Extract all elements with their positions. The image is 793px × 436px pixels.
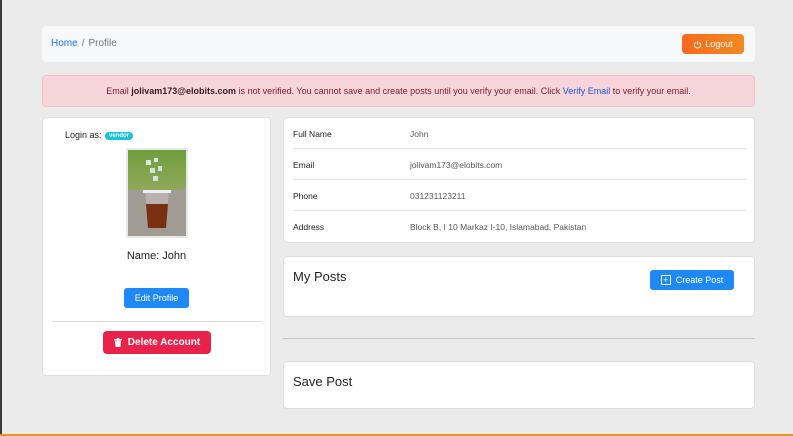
top-bar: Home / Profile Logout: [42, 26, 755, 62]
detail-value: jolivam173@elobits.com: [410, 160, 503, 170]
detail-value: Block B, I 10 Markaz I-10, Islamabad, Pa…: [410, 222, 587, 232]
detail-label: Full Name: [293, 129, 332, 139]
avatar-photo: [128, 150, 186, 236]
divider: [52, 321, 262, 322]
login-as-line: Login as: vendor: [65, 130, 134, 140]
breadcrumb: Home / Profile: [51, 38, 117, 49]
create-post-label: Create Post: [675, 275, 724, 285]
breadcrumb-separator: /: [81, 38, 85, 49]
detail-label: Email: [293, 160, 315, 170]
section-divider: [283, 338, 755, 339]
detail-row-full-name: Full Name John: [293, 118, 746, 149]
detail-row-address: Address Block B, I 10 Markaz I-10, Islam…: [293, 211, 746, 242]
edit-profile-button[interactable]: Edit Profile: [124, 288, 189, 308]
verify-email-link[interactable]: Verify Email: [563, 86, 611, 96]
logout-button[interactable]: Logout: [682, 34, 744, 54]
create-post-button[interactable]: + Create Post: [650, 270, 734, 290]
profile-card: Login as: vendor Name: John Edit Profile…: [42, 117, 271, 376]
my-posts-card: My Posts + Create Post: [283, 256, 755, 317]
email-verification-alert: Email jolivam173@elobits.com is not veri…: [42, 75, 755, 107]
save-post-title: Save Post: [293, 374, 353, 389]
alert-suffix: to verify your email.: [612, 86, 691, 96]
detail-label: Address: [293, 222, 325, 232]
power-icon: [694, 40, 702, 48]
role-badge: vendor: [105, 132, 134, 140]
detail-value: John: [410, 129, 429, 139]
avatar: [126, 148, 188, 238]
window-edge: [0, 0, 2, 436]
my-posts-title: My Posts: [293, 269, 347, 284]
breadcrumb-home-link[interactable]: Home: [51, 38, 78, 49]
alert-email: jolivam173@elobits.com: [131, 86, 237, 96]
delete-account-label: Delete Account: [127, 337, 201, 348]
alert-prefix: Email: [106, 86, 129, 96]
detail-value: 031231123211: [410, 191, 466, 201]
profile-details-card: Full Name John Email jolivam173@elobits.…: [283, 117, 755, 243]
trash-icon: [113, 338, 122, 347]
alert-message: is not verified. You cannot save and cre…: [238, 86, 561, 96]
breadcrumb-current: Profile: [88, 38, 117, 49]
login-as-label: Login as:: [65, 130, 102, 140]
detail-row-phone: Phone 031231123211: [293, 180, 746, 211]
detail-label: Phone: [293, 191, 318, 201]
delete-account-button[interactable]: Delete Account: [103, 331, 211, 354]
logout-label: Logout: [705, 39, 733, 49]
detail-row-email: Email jolivam173@elobits.com: [293, 149, 746, 180]
save-post-card: Save Post: [283, 361, 755, 409]
plus-square-icon: +: [660, 275, 671, 285]
profile-name: Name: John: [126, 250, 187, 262]
